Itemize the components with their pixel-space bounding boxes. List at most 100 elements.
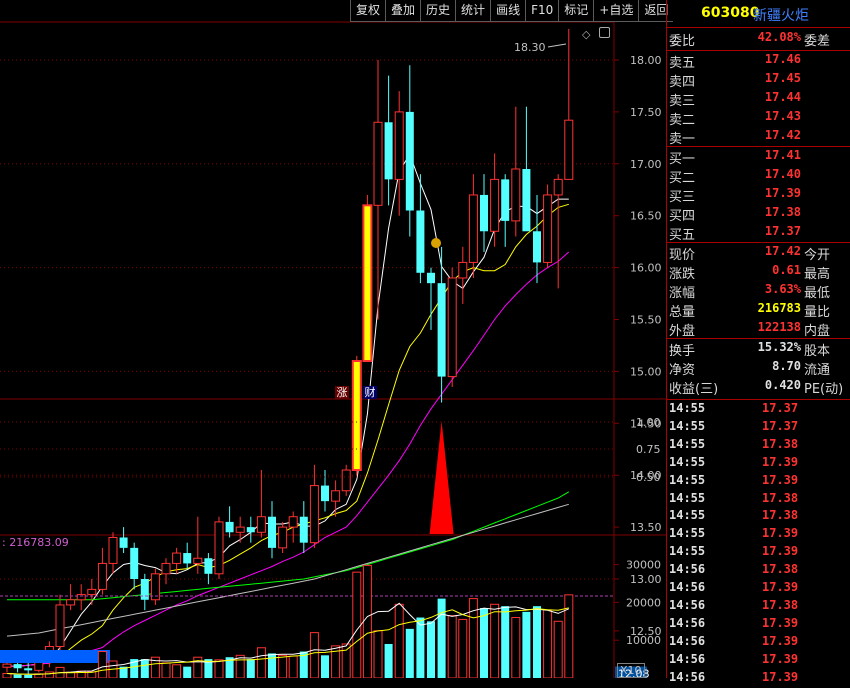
bid-0-label: 买一 (669, 152, 696, 167)
toolbar-item-7[interactable]: +自选 (593, 0, 639, 22)
stat-0-value: 17.42 (764, 244, 801, 258)
candle-body (183, 553, 192, 564)
tick-time: 14:56 (669, 633, 706, 648)
volume-bar (553, 620, 563, 678)
candle-body (553, 178, 563, 196)
toolbar-item-2[interactable]: 历史 (420, 0, 456, 22)
bid-2-row: 买三 17.39 (667, 186, 850, 205)
tick-time: 14:55 (669, 526, 706, 541)
candle-body (246, 527, 255, 533)
tick-row: 14:56 17.39 (667, 580, 850, 598)
candle-body (66, 599, 76, 606)
stat2-2-value: 0.420 (764, 378, 801, 392)
volume-bar (352, 571, 362, 678)
stat-1-label2: 最高 (804, 267, 831, 282)
tick-price: 17.38 (762, 597, 799, 612)
tick-row: 14:55 17.38 (667, 437, 850, 455)
candle-body (480, 194, 488, 232)
volume-tick-label: 10000 (626, 634, 661, 647)
wei-cha-label: 委差 (804, 34, 831, 49)
toolbar-item-0[interactable]: 复权 (350, 0, 386, 22)
stat-3-row: 总量 216783 量比 (667, 301, 850, 320)
tick-time: 14:55 (669, 490, 706, 505)
stat-0-row: 现价 17.42 今开 (667, 244, 850, 263)
candle-body (193, 557, 203, 564)
bid-2-label: 买三 (669, 190, 696, 205)
toolbar-item-6[interactable]: 标记 (558, 0, 594, 22)
diamond-icon[interactable]: ◇ (582, 28, 590, 41)
ma10-line (7, 203, 569, 667)
tick-row: 14:55 17.39 (667, 526, 850, 544)
candle-body (543, 194, 553, 263)
stat-4-label2: 内盘 (804, 324, 831, 339)
stat-3-label: 总量 (669, 305, 696, 320)
stat2-1-label: 净资 (669, 363, 696, 378)
volume-bar (288, 655, 298, 678)
volume-bar (501, 606, 510, 678)
tick-time: 14:55 (669, 544, 706, 559)
candle-body (331, 490, 341, 502)
ask-0-value: 17.46 (764, 52, 801, 66)
wei-bi-row: 委比 42.08% 委差 (667, 30, 850, 49)
stock-chart[interactable]: 18.0017.5017.0016.5016.0015.5015.0014.50… (0, 0, 666, 678)
candle-body (268, 516, 276, 548)
candle-body (256, 516, 266, 533)
tick-row: 14:55 17.39 (667, 544, 850, 562)
tick-row: 14:56 17.39 (667, 652, 850, 670)
tick-time: 14:55 (669, 436, 706, 451)
settings-icon[interactable] (599, 27, 610, 38)
tick-time: 14:56 (669, 669, 706, 684)
toolbar-item-5[interactable]: F10 (525, 0, 559, 22)
cai-marker[interactable]: 财 (363, 386, 377, 399)
volume-bar (268, 653, 276, 678)
volume-bar (437, 598, 446, 678)
candle-body (427, 272, 435, 284)
stat-4-row: 外盘 122138 内盘 (667, 320, 850, 339)
zhang-marker[interactable]: 涨 (335, 386, 349, 399)
signal-spike (429, 421, 454, 534)
wei-bi-label: 委比 (669, 34, 696, 49)
price-tick-label: 18.00 (630, 54, 662, 67)
tick-row: 14:55 17.37 (667, 401, 850, 419)
volume-bar (341, 643, 351, 678)
bid-2-value: 17.39 (764, 186, 801, 200)
ask-4-label: 卖一 (669, 132, 696, 147)
volume-bar (13, 674, 22, 678)
candle-body (119, 537, 128, 548)
stat-1-value: 0.61 (772, 263, 801, 277)
indicator-panel: 1.00 0.75 0.50 (0, 416, 661, 534)
toolbar-item-3[interactable]: 统计 (455, 0, 491, 22)
high-arrow (547, 43, 567, 48)
volume-bar (427, 621, 435, 678)
volume-bar (447, 615, 457, 678)
candle-body (468, 194, 478, 263)
wei-bi-value: 42.08% (757, 30, 801, 44)
bid-1-row: 买二 17.40 (667, 167, 850, 186)
ask-1-label: 卖四 (669, 75, 696, 90)
tick-price: 17.39 (762, 633, 799, 648)
candle-body (172, 552, 182, 564)
candle-body (278, 526, 288, 549)
toolbar-item-4[interactable]: 画线 (490, 0, 526, 22)
stat-4-value: 122138 (757, 320, 801, 334)
bid-4-label: 买五 (669, 228, 696, 243)
volume-bar (405, 628, 414, 678)
ask-3-value: 17.43 (764, 109, 801, 123)
volume-bar (394, 603, 404, 678)
ask-3-label: 卖二 (669, 113, 696, 128)
ask-2-row: 卖三 17.44 (667, 90, 850, 109)
stock-code: 603080 (701, 5, 760, 21)
volume-bar (214, 659, 224, 678)
indicator-tick-label: 0.50 (636, 471, 661, 484)
volume-bar (2, 672, 12, 678)
toolbar-item-1[interactable]: 叠加 (385, 0, 421, 22)
stat-3-label2: 量比 (804, 305, 831, 320)
candle-body (394, 111, 404, 180)
candle-body (458, 261, 468, 279)
bid-4-row: 买五 17.37 (667, 224, 850, 243)
volume-bar (458, 618, 468, 678)
candle-body (373, 121, 383, 206)
candle-body (235, 526, 245, 533)
volume-bar (533, 606, 541, 678)
candle-body (405, 111, 414, 211)
